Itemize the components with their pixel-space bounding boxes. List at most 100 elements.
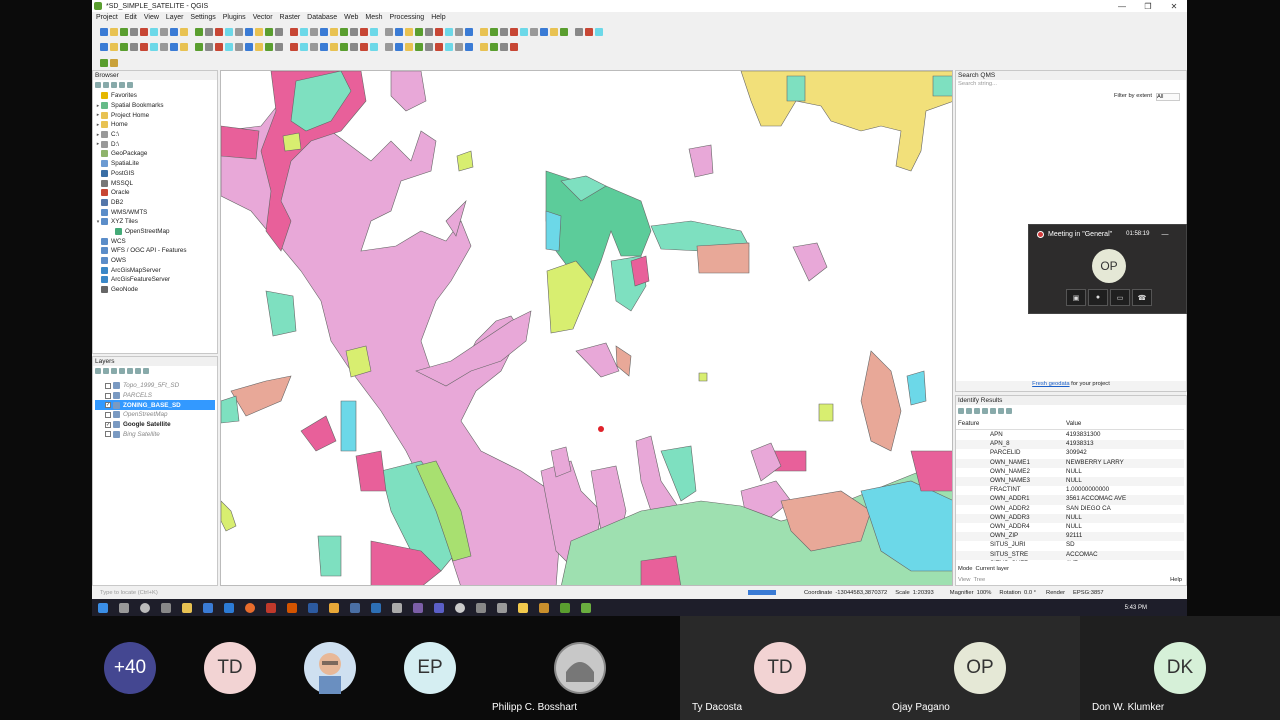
outlook-icon[interactable] bbox=[371, 602, 381, 613]
toolbar-button-icon[interactable] bbox=[330, 27, 338, 36]
toolbar-button-icon[interactable] bbox=[130, 42, 138, 51]
toolbar-button-icon[interactable] bbox=[110, 27, 118, 36]
view-select[interactable]: Tree bbox=[973, 577, 985, 583]
app-icon[interactable] bbox=[518, 602, 528, 613]
identify-row[interactable]: OWN_ADDR3 NULL bbox=[956, 513, 1184, 523]
toolbar-button-icon[interactable] bbox=[225, 27, 233, 36]
toolbar-button-icon[interactable] bbox=[245, 42, 253, 51]
toolbar-button-icon[interactable] bbox=[395, 27, 403, 36]
toolbar-button-icon[interactable] bbox=[180, 42, 188, 51]
app-icon[interactable] bbox=[497, 602, 507, 613]
expand-icon[interactable] bbox=[958, 407, 964, 414]
microphone-icon[interactable]: ● bbox=[1088, 289, 1108, 306]
browser-item[interactable]: ▸ Home bbox=[95, 120, 215, 130]
toolbar-button-icon[interactable] bbox=[100, 27, 108, 36]
identify-row[interactable]: SITUS_STRE ACCOMAC bbox=[956, 550, 1184, 560]
layer-item[interactable]: Bing Satellite bbox=[95, 429, 215, 439]
help-button[interactable]: Help bbox=[1170, 577, 1182, 583]
toolbar-button-icon[interactable] bbox=[455, 42, 463, 51]
browser-item[interactable]: ▸ Project Home bbox=[95, 110, 215, 120]
illustrator-icon[interactable] bbox=[287, 602, 297, 613]
share-screen-icon[interactable]: ▭ bbox=[1110, 289, 1130, 306]
menu-web[interactable]: Web bbox=[344, 14, 358, 21]
menu-layer[interactable]: Layer bbox=[166, 14, 184, 21]
toolbar-button-icon[interactable] bbox=[465, 27, 473, 36]
browser-item[interactable]: PostGIS bbox=[95, 169, 215, 179]
toolbar-button-icon[interactable] bbox=[490, 42, 498, 51]
toolbar-button-icon[interactable] bbox=[300, 27, 308, 36]
windows-start-icon[interactable] bbox=[98, 602, 108, 613]
menu-help[interactable]: Help bbox=[431, 14, 445, 21]
add-group-icon[interactable] bbox=[103, 367, 109, 374]
toolbar-button-icon[interactable] bbox=[445, 42, 453, 51]
layer-item[interactable]: OpenStreetMap bbox=[95, 410, 215, 420]
menu-project[interactable]: Project bbox=[96, 14, 118, 21]
toolbar-button-icon[interactable] bbox=[140, 27, 148, 36]
identify-row[interactable]: OWN_ADDR4 NULL bbox=[956, 523, 1184, 533]
toolbar-button-icon[interactable] bbox=[265, 27, 273, 36]
toolbar-button-icon[interactable] bbox=[120, 27, 128, 36]
cortana-icon[interactable] bbox=[140, 602, 150, 613]
render-checkbox[interactable]: Render bbox=[1046, 590, 1065, 596]
toolbar-button-icon[interactable] bbox=[300, 42, 308, 51]
layer-item[interactable]: PARCELS bbox=[95, 391, 215, 401]
scale-field[interactable]: 1:20393 bbox=[913, 590, 934, 596]
identify-row[interactable]: SITUS_JURI SD bbox=[956, 541, 1184, 551]
toolbar-button-icon[interactable] bbox=[275, 42, 283, 51]
identify-row[interactable]: OWN_NAME3 NULL bbox=[956, 477, 1184, 487]
toolbar-button-icon[interactable] bbox=[320, 27, 328, 36]
firefox-icon[interactable] bbox=[245, 602, 255, 613]
browser-item[interactable]: ▾ XYZ Tiles bbox=[95, 217, 215, 227]
maximize-button[interactable]: ❐ bbox=[1135, 2, 1161, 11]
app-icon[interactable] bbox=[476, 602, 486, 613]
remove-layer-icon[interactable] bbox=[143, 367, 149, 374]
toolbar-button-icon[interactable] bbox=[480, 42, 488, 51]
toolbar-button-icon[interactable] bbox=[150, 42, 158, 51]
identify-row[interactable]: OWN_ADDR2 SAN DIEGO CA bbox=[956, 504, 1184, 514]
toolbar-button-icon[interactable] bbox=[100, 42, 108, 51]
store-icon[interactable] bbox=[203, 602, 213, 613]
toolbar-button-icon[interactable] bbox=[510, 27, 518, 36]
toolbar-button-icon[interactable] bbox=[265, 42, 273, 51]
toolbar-button-icon[interactable] bbox=[490, 27, 498, 36]
browser-item[interactable]: Favorites bbox=[95, 91, 215, 101]
layer-item[interactable]: ✓ Google Satellite bbox=[95, 420, 215, 430]
locator-input[interactable]: Type to locate (Ctrl+K) bbox=[92, 590, 218, 596]
toolbar-button-icon[interactable] bbox=[255, 27, 263, 36]
file-explorer-icon[interactable] bbox=[182, 602, 192, 613]
toolbar-button-icon[interactable] bbox=[310, 27, 318, 36]
collapse-icon[interactable] bbox=[966, 407, 972, 414]
toolbar-button-icon[interactable] bbox=[170, 42, 178, 51]
search-icon[interactable] bbox=[119, 602, 129, 613]
toolbar-button-icon[interactable] bbox=[205, 42, 213, 51]
print-icon[interactable] bbox=[998, 407, 1004, 414]
toolbar-button-icon[interactable] bbox=[180, 27, 188, 36]
identify-row[interactable]: PARCELID 309942 bbox=[956, 449, 1184, 459]
toolbar-button-icon[interactable] bbox=[415, 42, 423, 51]
add-icon[interactable] bbox=[95, 81, 101, 88]
refresh-icon[interactable] bbox=[103, 81, 109, 88]
visibility-icon[interactable] bbox=[111, 367, 117, 374]
toolbar-button-icon[interactable] bbox=[405, 42, 413, 51]
toolbar-button-icon[interactable] bbox=[425, 42, 433, 51]
clear-icon[interactable] bbox=[982, 407, 988, 414]
layer-visibility-checkbox[interactable] bbox=[105, 431, 111, 438]
toolbar-button-icon[interactable] bbox=[395, 42, 403, 51]
layer-visibility-checkbox[interactable]: ✓ bbox=[105, 402, 111, 409]
browser-item[interactable]: OWS bbox=[95, 256, 215, 266]
toolbar-button-icon[interactable] bbox=[195, 27, 203, 36]
filter-icon[interactable] bbox=[111, 81, 117, 88]
layer-visibility-checkbox[interactable] bbox=[105, 382, 111, 389]
toolbar-button-icon[interactable] bbox=[130, 27, 138, 36]
toolbar-button-icon[interactable] bbox=[160, 42, 168, 51]
select-features-icon[interactable] bbox=[1006, 407, 1012, 414]
menu-processing[interactable]: Processing bbox=[390, 14, 425, 21]
toolbar-button-icon[interactable] bbox=[110, 42, 118, 51]
plugin-icon[interactable] bbox=[100, 58, 108, 67]
toolbar-button-icon[interactable] bbox=[350, 42, 358, 51]
toolbar-button-icon[interactable] bbox=[330, 42, 338, 51]
identify-row[interactable]: OWN_NAME2 NULL bbox=[956, 467, 1184, 477]
menu-view[interactable]: View bbox=[144, 14, 159, 21]
map-canvas[interactable] bbox=[220, 70, 953, 586]
collapse-icon[interactable] bbox=[119, 81, 125, 88]
